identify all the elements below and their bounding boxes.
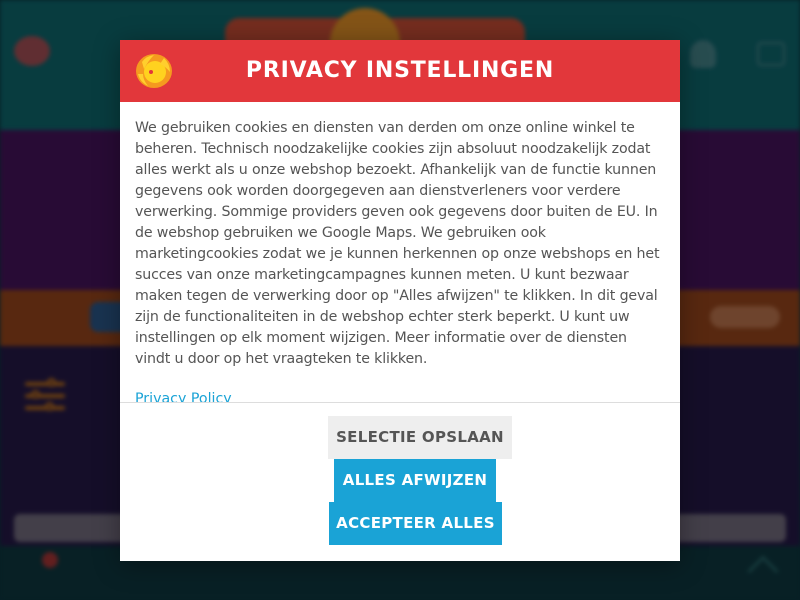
privacy-policy-link[interactable]: Privacy Policy: [135, 391, 666, 402]
privacy-modal: PRIVACY INSTELLINGEN We gebruiken cookie…: [120, 40, 680, 561]
modal-title: PRIVACY INSTELLINGEN: [245, 58, 555, 83]
save-selection-button[interactable]: SELECTIE OPSLAAN: [328, 416, 512, 459]
reject-all-button[interactable]: ALLES AFWIJZEN: [334, 459, 496, 502]
privacy-description: We gebruiken cookies en diensten van der…: [135, 120, 660, 367]
accept-all-button[interactable]: ACCEPTEER ALLES: [329, 502, 502, 545]
modal-divider: [120, 402, 680, 403]
modal-body[interactable]: We gebruiken cookies en diensten van der…: [120, 102, 680, 402]
modal-header: PRIVACY INSTELLINGEN: [120, 40, 680, 102]
